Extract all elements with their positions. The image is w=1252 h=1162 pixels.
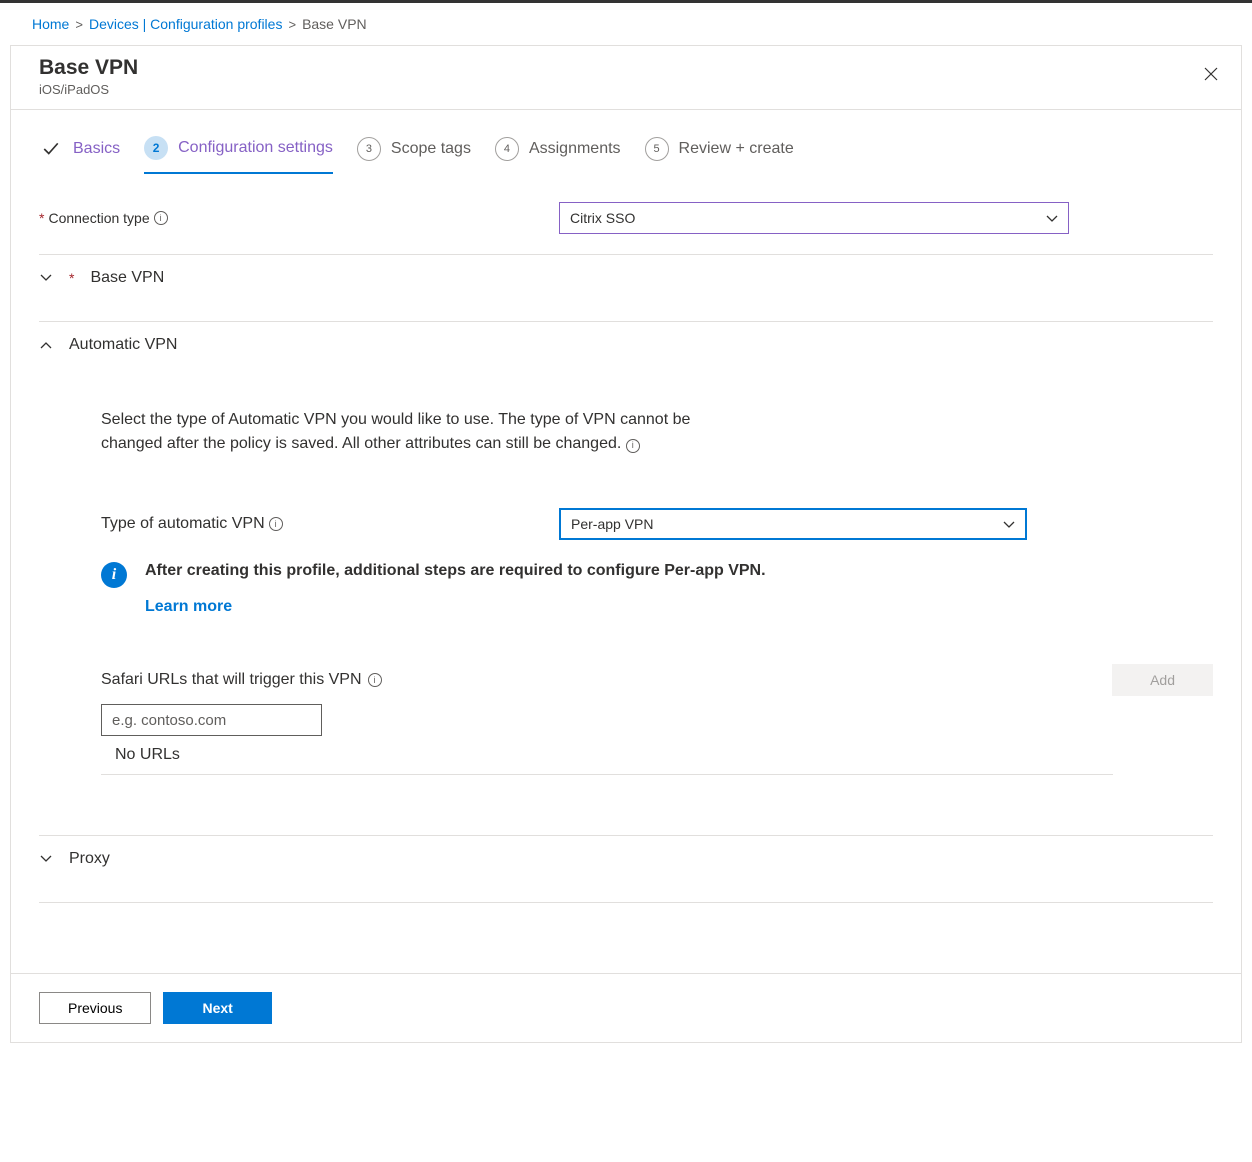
learn-more-link[interactable]: Learn more xyxy=(145,598,232,616)
vpn-type-dropdown[interactable]: Per-app VPN xyxy=(559,508,1027,540)
wizard-step-configuration[interactable]: 2 Configuration settings xyxy=(144,136,333,174)
chevron-down-icon xyxy=(39,274,53,282)
wizard-step-scope-tags[interactable]: 3 Scope tags xyxy=(357,137,471,173)
step-label: Review + create xyxy=(679,140,794,158)
info-icon[interactable]: i xyxy=(269,517,283,531)
safari-url-row: Safari URLs that will trigger this VPN i… xyxy=(101,664,1213,696)
step-number: 4 xyxy=(495,137,519,161)
chevron-down-icon xyxy=(1003,516,1015,532)
connection-type-dropdown[interactable]: Citrix SSO xyxy=(559,202,1069,234)
safari-url-input[interactable] xyxy=(101,704,322,736)
accordion-title: Proxy xyxy=(69,850,110,868)
info-icon[interactable]: i xyxy=(626,439,640,453)
chevron-down-icon xyxy=(39,855,53,863)
vpn-type-row: Type of automatic VPN i Per-app VPN xyxy=(101,508,1213,540)
chevron-down-icon xyxy=(1046,210,1058,226)
check-icon xyxy=(39,137,63,161)
step-number: 3 xyxy=(357,137,381,161)
accordion-title: Base VPN xyxy=(90,269,164,287)
step-number: 5 xyxy=(645,137,669,161)
page-title: Base VPN xyxy=(39,56,1213,80)
proxy-accordion-header[interactable]: Proxy xyxy=(39,836,1213,882)
required-indicator: * xyxy=(39,210,44,226)
breadcrumb-current: Base VPN xyxy=(302,16,367,32)
close-icon xyxy=(1204,67,1218,81)
step-label: Scope tags xyxy=(391,140,471,158)
automatic-vpn-body: Select the type of Automatic VPN you wou… xyxy=(39,368,1213,815)
connection-type-label: Connection type xyxy=(48,210,149,226)
wizard-steps: Basics 2 Configuration settings 3 Scope … xyxy=(39,136,1213,174)
safari-urls-label: Safari URLs that will trigger this VPN i xyxy=(101,671,382,689)
step-label: Assignments xyxy=(529,140,621,158)
info-callout: i After creating this profile, additiona… xyxy=(101,562,1213,616)
breadcrumb-devices[interactable]: Devices | Configuration profiles xyxy=(89,16,283,32)
page-subtitle: iOS/iPadOS xyxy=(39,82,1213,97)
chevron-up-icon xyxy=(39,341,53,349)
add-url-button[interactable]: Add xyxy=(1112,664,1213,696)
no-urls-text: No URLs xyxy=(101,736,1113,775)
step-label: Configuration settings xyxy=(178,139,333,157)
breadcrumb: Home > Devices | Configuration profiles … xyxy=(0,3,1252,45)
wizard-step-review[interactable]: 5 Review + create xyxy=(645,137,794,173)
step-number: 2 xyxy=(144,136,168,160)
required-indicator: * xyxy=(69,270,74,286)
connection-type-row: * Connection type i Citrix SSO xyxy=(39,202,1213,234)
automatic-vpn-accordion-header[interactable]: Automatic VPN xyxy=(39,322,1213,368)
info-icon[interactable]: i xyxy=(368,673,382,687)
breadcrumb-home[interactable]: Home xyxy=(32,16,69,32)
automatic-vpn-description: Select the type of Automatic VPN you wou… xyxy=(101,408,701,456)
dropdown-value: Citrix SSO xyxy=(570,210,635,226)
breadcrumb-separator: > xyxy=(75,17,83,32)
base-vpn-accordion-header[interactable]: * Base VPN xyxy=(39,255,1213,301)
info-callout-icon: i xyxy=(101,562,127,588)
previous-button[interactable]: Previous xyxy=(39,992,151,1024)
info-callout-text: After creating this profile, additional … xyxy=(145,562,766,580)
main-panel: Base VPN iOS/iPadOS Basics 2 Configurati… xyxy=(10,45,1242,1043)
panel-footer: Previous Next xyxy=(11,973,1241,1042)
vpn-type-label: Type of automatic VPN xyxy=(101,515,265,533)
breadcrumb-separator: > xyxy=(288,17,296,32)
wizard-step-assignments[interactable]: 4 Assignments xyxy=(495,137,621,173)
next-button[interactable]: Next xyxy=(163,992,271,1024)
accordion-title: Automatic VPN xyxy=(69,336,177,354)
wizard-step-basics[interactable]: Basics xyxy=(39,137,120,173)
step-label: Basics xyxy=(73,140,120,158)
dropdown-value: Per-app VPN xyxy=(571,516,653,532)
close-button[interactable] xyxy=(1199,62,1223,86)
main-content: Basics 2 Configuration settings 3 Scope … xyxy=(11,110,1241,973)
info-icon[interactable]: i xyxy=(154,211,168,225)
panel-header: Base VPN iOS/iPadOS xyxy=(11,46,1241,110)
